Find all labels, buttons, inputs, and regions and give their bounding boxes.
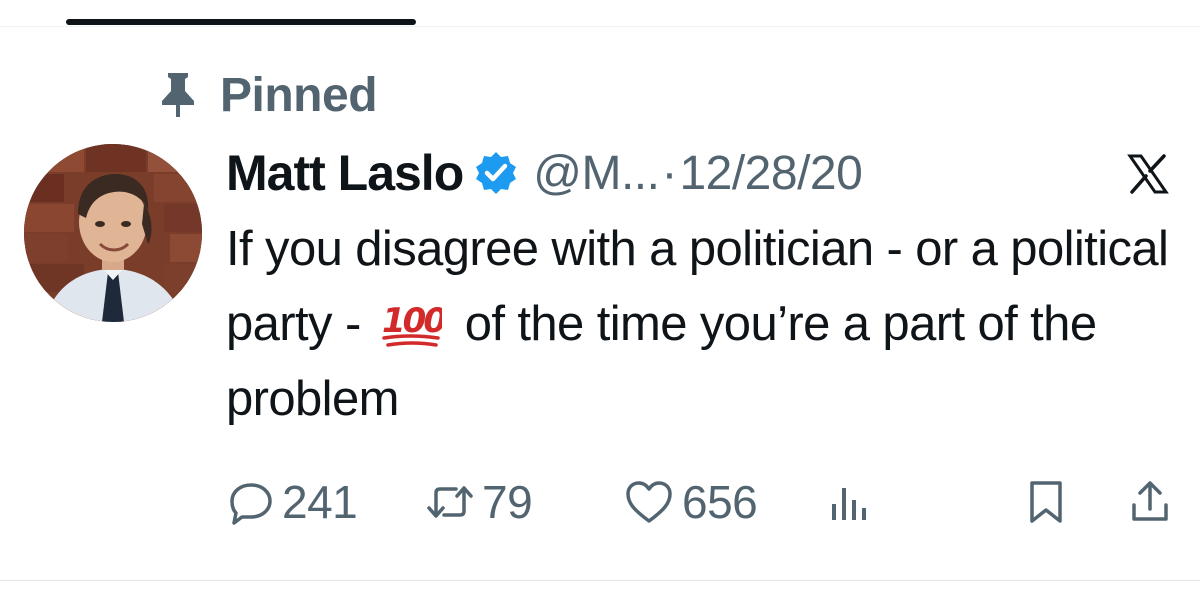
avatar-photo — [24, 144, 202, 322]
like-button[interactable]: 656 — [624, 470, 758, 534]
author-handle[interactable]: @M... — [533, 146, 660, 201]
author-name[interactable]: Matt Laslo — [226, 144, 464, 202]
divider — [0, 580, 1200, 581]
share-icon — [1132, 481, 1168, 521]
pinned-label: Pinned — [220, 68, 378, 122]
bookmark-icon — [1030, 481, 1062, 523]
verified-badge-icon[interactable] — [473, 150, 519, 196]
post-text: If you disagree with a politician - or a… — [226, 212, 1176, 437]
pinned-indicator: Pinned — [158, 68, 378, 122]
reply-button[interactable]: 241 — [228, 470, 358, 534]
divider — [0, 26, 1200, 27]
repost-icon — [427, 486, 473, 518]
heart-icon — [626, 481, 672, 523]
post-actions: 241 79 656 — [226, 470, 1176, 534]
reply-count: 241 — [282, 476, 358, 528]
avatar[interactable] — [24, 144, 202, 322]
bookmark-button[interactable] — [1026, 470, 1066, 534]
pin-icon — [162, 73, 194, 117]
like-count: 656 — [682, 476, 758, 528]
views-button[interactable] — [826, 470, 870, 534]
hundred-points-emoji: 100 — [382, 301, 442, 347]
bar-chart-icon — [832, 488, 866, 520]
x-logo-icon — [1127, 154, 1169, 194]
post-date[interactable]: 12/28/20 — [679, 146, 862, 201]
reply-icon — [230, 483, 272, 525]
post-header: Matt Laslo @M... · 12/28/20 — [226, 140, 1176, 206]
active-tab-indicator — [66, 19, 416, 25]
repost-button[interactable]: 79 — [426, 470, 533, 534]
repost-count: 79 — [482, 476, 533, 528]
share-button[interactable] — [1128, 470, 1172, 534]
separator-dot: · — [661, 146, 678, 200]
